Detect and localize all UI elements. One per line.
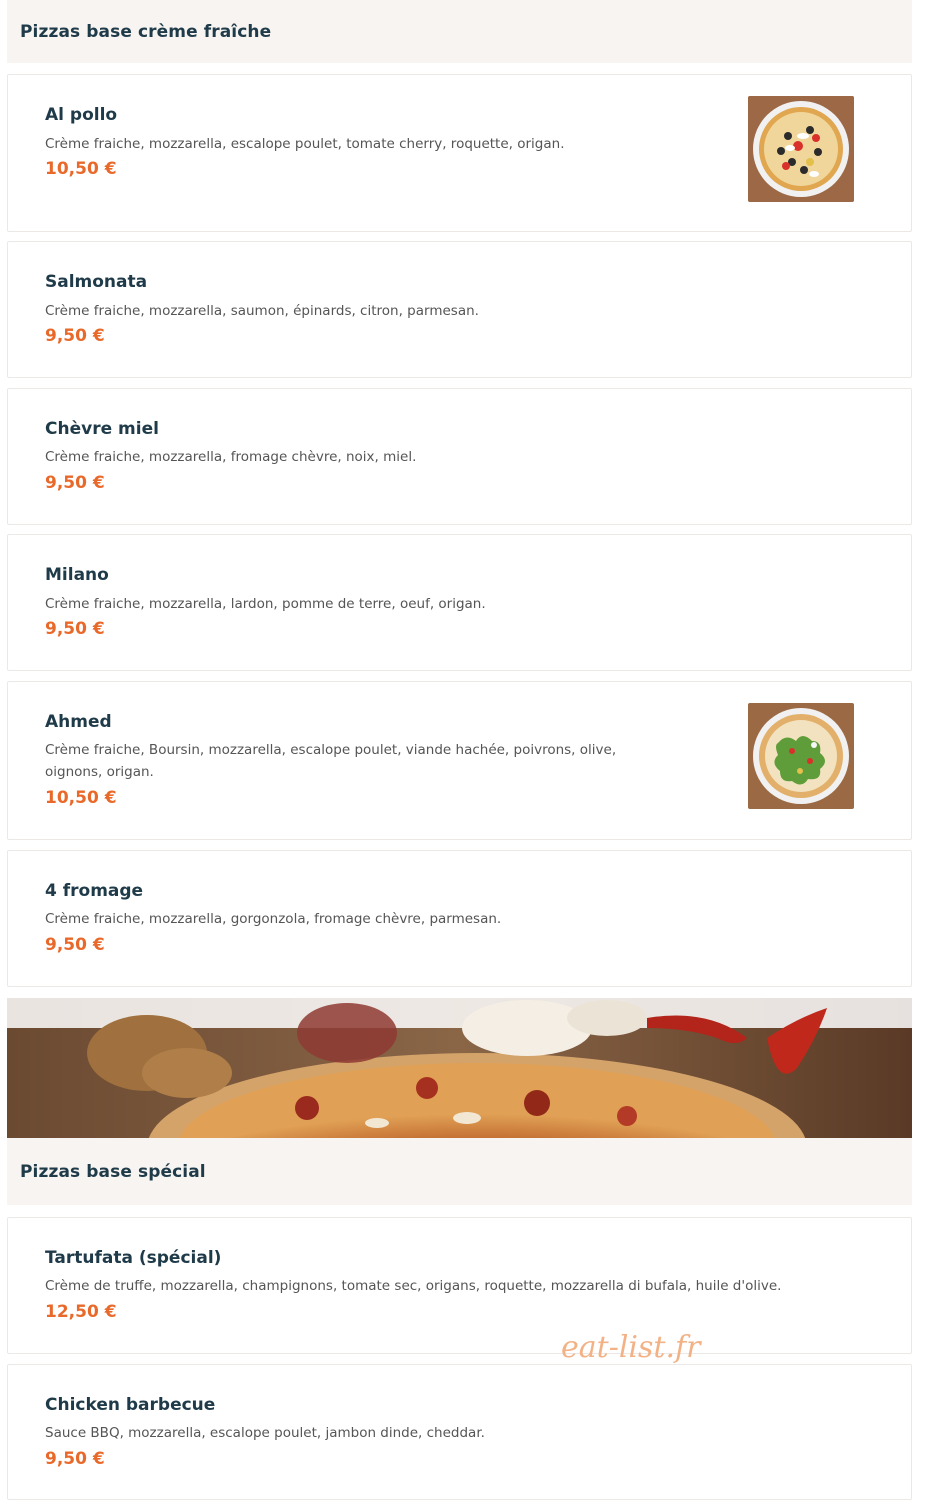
item-description: Sauce BBQ, mozzarella, escalope poulet, … bbox=[45, 1425, 485, 1441]
item-price: 10,50 € bbox=[45, 788, 117, 808]
menu-item-chevre-miel[interactable]: Chèvre miel Crème fraiche, mozzarella, f… bbox=[7, 388, 912, 525]
item-description: Crème de truffe, mozzarella, champignons… bbox=[45, 1278, 782, 1294]
section-title: Pizzas base crème fraîche bbox=[20, 21, 272, 42]
menu-item-tartufata[interactable]: Tartufata (spécial) Crème de truffe, moz… bbox=[7, 1217, 912, 1354]
item-description: Crème fraiche, mozzarella, escalope poul… bbox=[45, 136, 565, 152]
item-name: 4 fromage bbox=[45, 881, 144, 901]
item-description: Crème fraiche, mozzarella, saumon, épina… bbox=[45, 303, 479, 319]
pizza-photo-icon bbox=[748, 96, 854, 202]
item-price: 12,50 € bbox=[45, 1302, 117, 1322]
menu-item-al-pollo[interactable]: Al pollo Crème fraiche, mozzarella, esca… bbox=[7, 74, 912, 232]
menu-item-4-fromage[interactable]: 4 fromage Crème fraiche, mozzarella, gor… bbox=[7, 850, 912, 987]
item-price: 9,50 € bbox=[45, 935, 105, 955]
item-price: 9,50 € bbox=[45, 1449, 105, 1469]
item-description: Crème fraiche, mozzarella, lardon, pomme… bbox=[45, 596, 486, 612]
item-price: 9,50 € bbox=[45, 473, 105, 493]
menu-item-salmonata[interactable]: Salmonata Crème fraiche, mozzarella, sau… bbox=[7, 241, 912, 378]
menu-item-chicken-barbecue[interactable]: Chicken barbecue Sauce BBQ, mozzarella, … bbox=[7, 1364, 912, 1500]
pizza-photo-icon bbox=[748, 703, 854, 809]
item-name: Ahmed bbox=[45, 712, 112, 732]
item-price: 10,50 € bbox=[45, 159, 117, 179]
item-name: Milano bbox=[45, 565, 109, 585]
item-description: Crème fraiche, Boursin, mozzarella, esca… bbox=[45, 742, 617, 780]
watermark-text: eat-list.fr bbox=[561, 1330, 701, 1365]
item-name: Tartufata (spécial) bbox=[45, 1248, 222, 1268]
menu-item-milano[interactable]: Milano Crème fraiche, mozzarella, lardon… bbox=[7, 534, 912, 671]
section-title: Pizzas base spécial bbox=[20, 1161, 206, 1182]
item-name: Salmonata bbox=[45, 272, 148, 292]
item-price: 9,50 € bbox=[45, 326, 105, 346]
item-description: Crème fraiche, mozzarella, gorgonzola, f… bbox=[45, 911, 502, 927]
menu-item-ahmed[interactable]: Ahmed Crème fraiche, Boursin, mozzarella… bbox=[7, 681, 912, 840]
item-name: Chicken barbecue bbox=[45, 1395, 216, 1415]
item-description: Crème fraiche, mozzarella, fromage chèvr… bbox=[45, 449, 417, 465]
item-name: Chèvre miel bbox=[45, 419, 159, 439]
item-price: 9,50 € bbox=[45, 619, 105, 639]
section-header-creme-fraiche: Pizzas base crème fraîche bbox=[7, 0, 912, 63]
item-name: Al pollo bbox=[45, 105, 118, 125]
section-header-special: Pizzas base spécial bbox=[7, 1138, 912, 1205]
pizza-banner-image bbox=[7, 998, 912, 1138]
